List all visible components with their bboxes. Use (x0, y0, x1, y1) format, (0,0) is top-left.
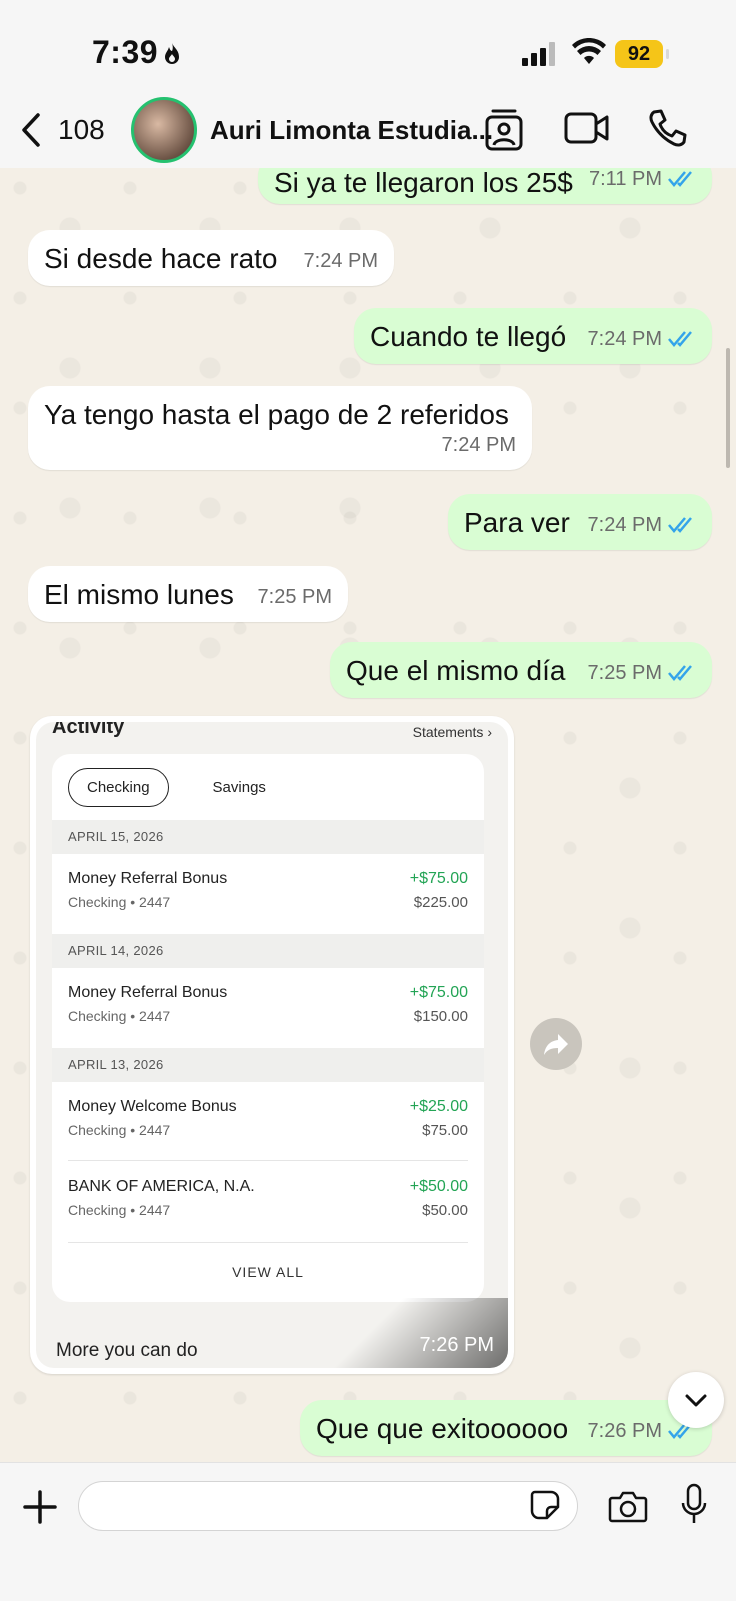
contact-avatar[interactable] (131, 97, 197, 163)
contact-card-icon[interactable] (484, 108, 524, 152)
transaction-row: Money Referral Bonus Checking • 2447 +$7… (68, 980, 468, 1040)
scroll-to-bottom-button[interactable] (668, 1372, 724, 1428)
image-message[interactable]: Activity Statements › Checking Savings A… (30, 716, 514, 1374)
transaction-title: BANK OF AMERICA, N.A. (68, 1178, 255, 1195)
message-text: Si desde hace rato (44, 243, 278, 274)
transaction-title: Money Referral Bonus (68, 984, 228, 1001)
transaction-amount: +$25.00 (409, 1098, 468, 1115)
transaction-amount: +$75.00 (409, 870, 468, 887)
message-input[interactable] (78, 1481, 578, 1531)
message-text: Que el mismo día (346, 655, 566, 686)
message-meta: 7:24 PM (588, 322, 696, 356)
wifi-icon (572, 38, 606, 64)
forward-arrow-icon (544, 1034, 568, 1055)
more-you-can-do-label: More you can do (56, 1340, 198, 1361)
message-bubble-incoming[interactable]: Ya tengo hasta el pago de 2 referidos 7:… (28, 386, 532, 470)
message-meta: 7:24 PM (304, 244, 378, 278)
message-text: Que que exitoooooo (316, 1413, 569, 1444)
transaction-amount: +$75.00 (409, 984, 468, 1001)
view-all-link: VIEW ALL (232, 1264, 304, 1280)
transaction-row: BANK OF AMERICA, N.A. Checking • 2447 +$… (68, 1174, 468, 1234)
transaction-balance: $225.00 (413, 894, 468, 911)
transaction-account: Checking • 2447 (68, 894, 171, 910)
back-chevron-icon[interactable] (18, 112, 44, 148)
video-call-icon[interactable] (564, 108, 610, 148)
divider (68, 1160, 468, 1161)
transaction-account: Checking • 2447 (68, 1008, 171, 1024)
battery-indicator: 92 (615, 40, 669, 68)
chevron-down-icon (685, 1394, 707, 1407)
contact-name[interactable]: Auri Limonta Estudia... (210, 112, 493, 148)
message-time: 7:24 PM (303, 250, 378, 272)
message-composer (0, 1462, 736, 1601)
forward-button[interactable] (530, 1018, 582, 1070)
message-meta: 7:24 PM (442, 428, 516, 462)
date-header: APRIL 13, 2026 (52, 1048, 484, 1082)
transaction-account: Checking • 2447 (68, 1202, 171, 1218)
chat-header: 108 Auri Limonta Estudia... (0, 92, 736, 169)
camera-icon[interactable] (608, 1489, 648, 1523)
sticker-icon[interactable] (529, 1489, 561, 1521)
transaction-balance: $150.00 (413, 1008, 468, 1025)
message-time: 7:26 PM (587, 1420, 662, 1442)
bank-activity-screenshot[interactable]: Activity Statements › Checking Savings A… (36, 722, 508, 1368)
tab-savings: Savings (212, 779, 266, 796)
message-text: Ya tengo hasta el pago de 2 referidos (44, 399, 509, 430)
activity-card: Checking Savings APRIL 15, 2026 Money Re… (52, 754, 484, 1302)
date-header: APRIL 14, 2026 (52, 934, 484, 968)
signal-icon (522, 42, 555, 66)
flame-icon (165, 43, 179, 64)
transaction-title: Money Welcome Bonus (68, 1098, 237, 1115)
tab-checking: Checking (68, 768, 169, 807)
message-meta: 7:24 PM (588, 508, 696, 542)
message-time: 7:11 PM (589, 168, 662, 190)
transaction-row: Money Referral Bonus Checking • 2447 +$7… (68, 866, 468, 926)
message-text: Para ver (464, 507, 570, 538)
transaction-title: Money Referral Bonus (68, 870, 228, 887)
message-meta: 7:25 PM (258, 580, 332, 614)
activity-title: Activity (52, 722, 125, 738)
status-time: 7:39 (92, 34, 159, 70)
transaction-account: Checking • 2447 (68, 1122, 171, 1138)
transaction-row: Money Welcome Bonus Checking • 2447 +$25… (68, 1094, 468, 1154)
message-text: Si ya te llegaron los 25$ (274, 168, 573, 198)
message-bubble-incoming[interactable]: El mismo lunes 7:25 PM (28, 566, 348, 622)
transaction-balance: $50.00 (422, 1202, 468, 1219)
scrollbar[interactable] (726, 348, 730, 468)
statements-link: Statements › (412, 724, 492, 740)
chat-area[interactable]: Si ya te llegaron los 25$ 7:11 PM Si des… (0, 168, 736, 1462)
message-time: 7:24 PM (441, 434, 516, 456)
account-tabs: Checking Savings (68, 768, 284, 807)
message-text: El mismo lunes (44, 579, 234, 610)
transaction-balance: $75.00 (422, 1122, 468, 1139)
message-time: 7:24 PM (587, 328, 662, 350)
phone-call-icon[interactable] (648, 108, 688, 148)
unread-count[interactable]: 108 (58, 112, 105, 148)
read-checks-icon (668, 517, 692, 533)
message-bubble-outgoing[interactable]: Que que exitoooooo 7:26 PM (300, 1400, 712, 1456)
message-bubble-outgoing[interactable]: Cuando te llegó 7:24 PM (354, 308, 712, 364)
message-text: Cuando te llegó (370, 321, 567, 352)
message-time: 7:25 PM (587, 662, 662, 684)
message-meta: 7:11 PM (589, 168, 696, 196)
message-bubble-incoming[interactable]: Si desde hace rato 7:24 PM (28, 230, 394, 286)
message-bubble-outgoing[interactable]: Para ver 7:24 PM (448, 494, 712, 550)
date-header: APRIL 15, 2026 (52, 820, 484, 854)
status-bar: 7:39 92 (0, 0, 736, 100)
message-time: 7:24 PM (587, 514, 662, 536)
microphone-icon[interactable] (680, 1483, 708, 1525)
message-meta: 7:25 PM (588, 656, 696, 690)
read-checks-icon (668, 665, 692, 681)
message-bubble-outgoing[interactable]: Que el mismo día 7:25 PM (330, 642, 712, 698)
divider (68, 1242, 468, 1243)
read-checks-icon (668, 171, 692, 187)
plus-icon[interactable] (22, 1489, 58, 1525)
read-checks-icon (668, 331, 692, 347)
image-message-time: 7:26 PM (328, 1298, 508, 1368)
transaction-amount: +$50.00 (409, 1178, 468, 1195)
message-bubble-outgoing[interactable]: Si ya te llegaron los 25$ 7:11 PM (258, 168, 712, 204)
message-time: 7:25 PM (257, 586, 332, 608)
